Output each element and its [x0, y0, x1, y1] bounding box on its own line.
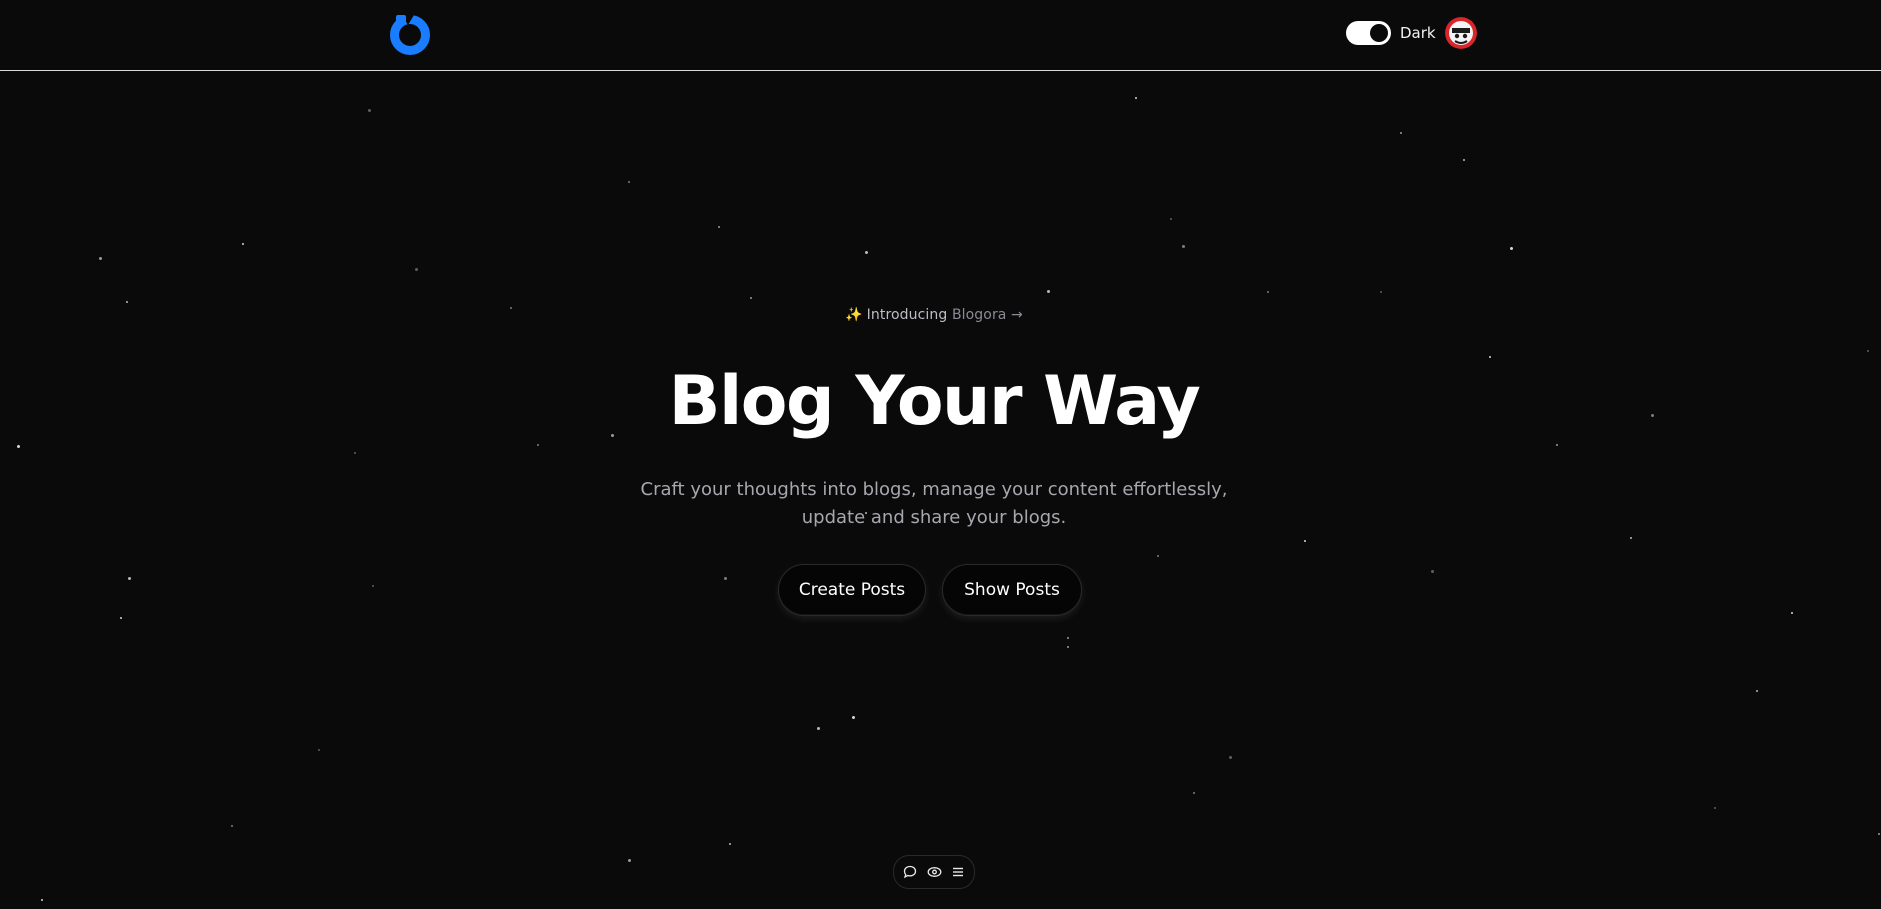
- menu-icon[interactable]: [950, 864, 966, 880]
- toggle-knob: [1370, 24, 1388, 42]
- sparkle-icon: ✨: [845, 307, 863, 323]
- theme-toggle-group: Dark: [1346, 21, 1436, 45]
- top-navbar: Dark: [0, 0, 1881, 71]
- create-posts-button[interactable]: Create Posts: [778, 564, 926, 616]
- user-avatar-icon[interactable]: [1445, 17, 1477, 49]
- intro-label-muted: Blogora →: [947, 307, 1023, 323]
- hero-subtitle-line-1: Craft your thoughts into blogs, manage y…: [640, 479, 1228, 500]
- landing-page: Dark ✨ Introducing Blogora → Blog Your Wa…: [0, 0, 1881, 909]
- eye-icon[interactable]: [926, 864, 942, 880]
- intro-link[interactable]: ✨ Introducing Blogora →: [0, 307, 1868, 323]
- hero-subtitle: Craft your thoughts into blogs, manage y…: [0, 476, 1868, 532]
- show-posts-button[interactable]: Show Posts: [942, 564, 1082, 616]
- hero-title: Blog Your Way: [668, 362, 1201, 441]
- hero-cta-group: Create Posts Show Posts: [778, 564, 1082, 616]
- hero-subtitle-line-2: update and share your blogs.: [801, 507, 1067, 528]
- hero-section: ✨ Introducing Blogora → Blog Your Way Cra…: [0, 0, 1881, 909]
- theme-toggle-switch[interactable]: [1346, 21, 1391, 45]
- chat-icon[interactable]: [902, 864, 918, 880]
- blogora-logo-icon[interactable]: [388, 13, 432, 55]
- bottom-dock: [893, 855, 975, 889]
- theme-toggle-label: Dark: [1400, 24, 1436, 42]
- intro-label-strong: Introducing: [866, 307, 948, 323]
